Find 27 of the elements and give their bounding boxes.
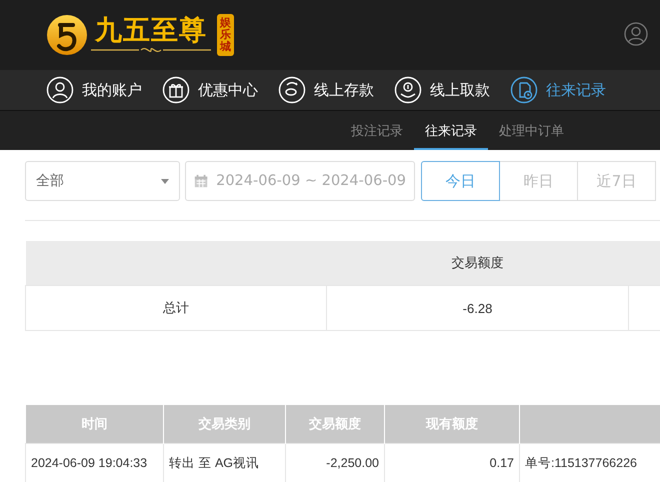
table-cell: 单号:115137766226 [525, 456, 637, 470]
user-icon [46, 76, 74, 104]
nav-item[interactable]: 线上存款 [278, 76, 374, 104]
column-header: 交易额度 [452, 255, 504, 270]
nav-item[interactable]: 优惠中心 [162, 76, 258, 104]
nav-item[interactable]: 线上取款 [394, 76, 490, 104]
logo-text: 九五至尊 [95, 16, 207, 46]
logo-badge: 娱乐城 [217, 14, 234, 56]
tab[interactable]: 处理中订单 [488, 113, 575, 150]
table-cell: 总计 [163, 300, 189, 315]
date-preset-button[interactable]: 今日 [421, 161, 500, 201]
tab[interactable]: 投注记录 [340, 113, 414, 150]
caret-icon [161, 178, 169, 184]
type-dropdown[interactable]: 全部 [25, 161, 180, 201]
table-cell: 0.17 [490, 456, 514, 470]
calendar-icon [194, 173, 208, 189]
tab[interactable]: 往来记录 [414, 113, 488, 150]
gift-icon [162, 76, 190, 104]
table-cell: 2024-06-09 19:04:33 [31, 456, 148, 470]
table-cell: 转出 至 AG视讯 [169, 456, 260, 470]
document-clock-icon [510, 76, 538, 104]
user-icon[interactable] [624, 22, 648, 46]
table-cell: -2,250.00 [326, 456, 379, 470]
nav-item[interactable]: 往来记录 [510, 76, 606, 104]
nav-item[interactable]: 我的账户 [46, 76, 142, 104]
logo-icon [45, 13, 89, 57]
table-cell: -6.28 [462, 300, 492, 316]
